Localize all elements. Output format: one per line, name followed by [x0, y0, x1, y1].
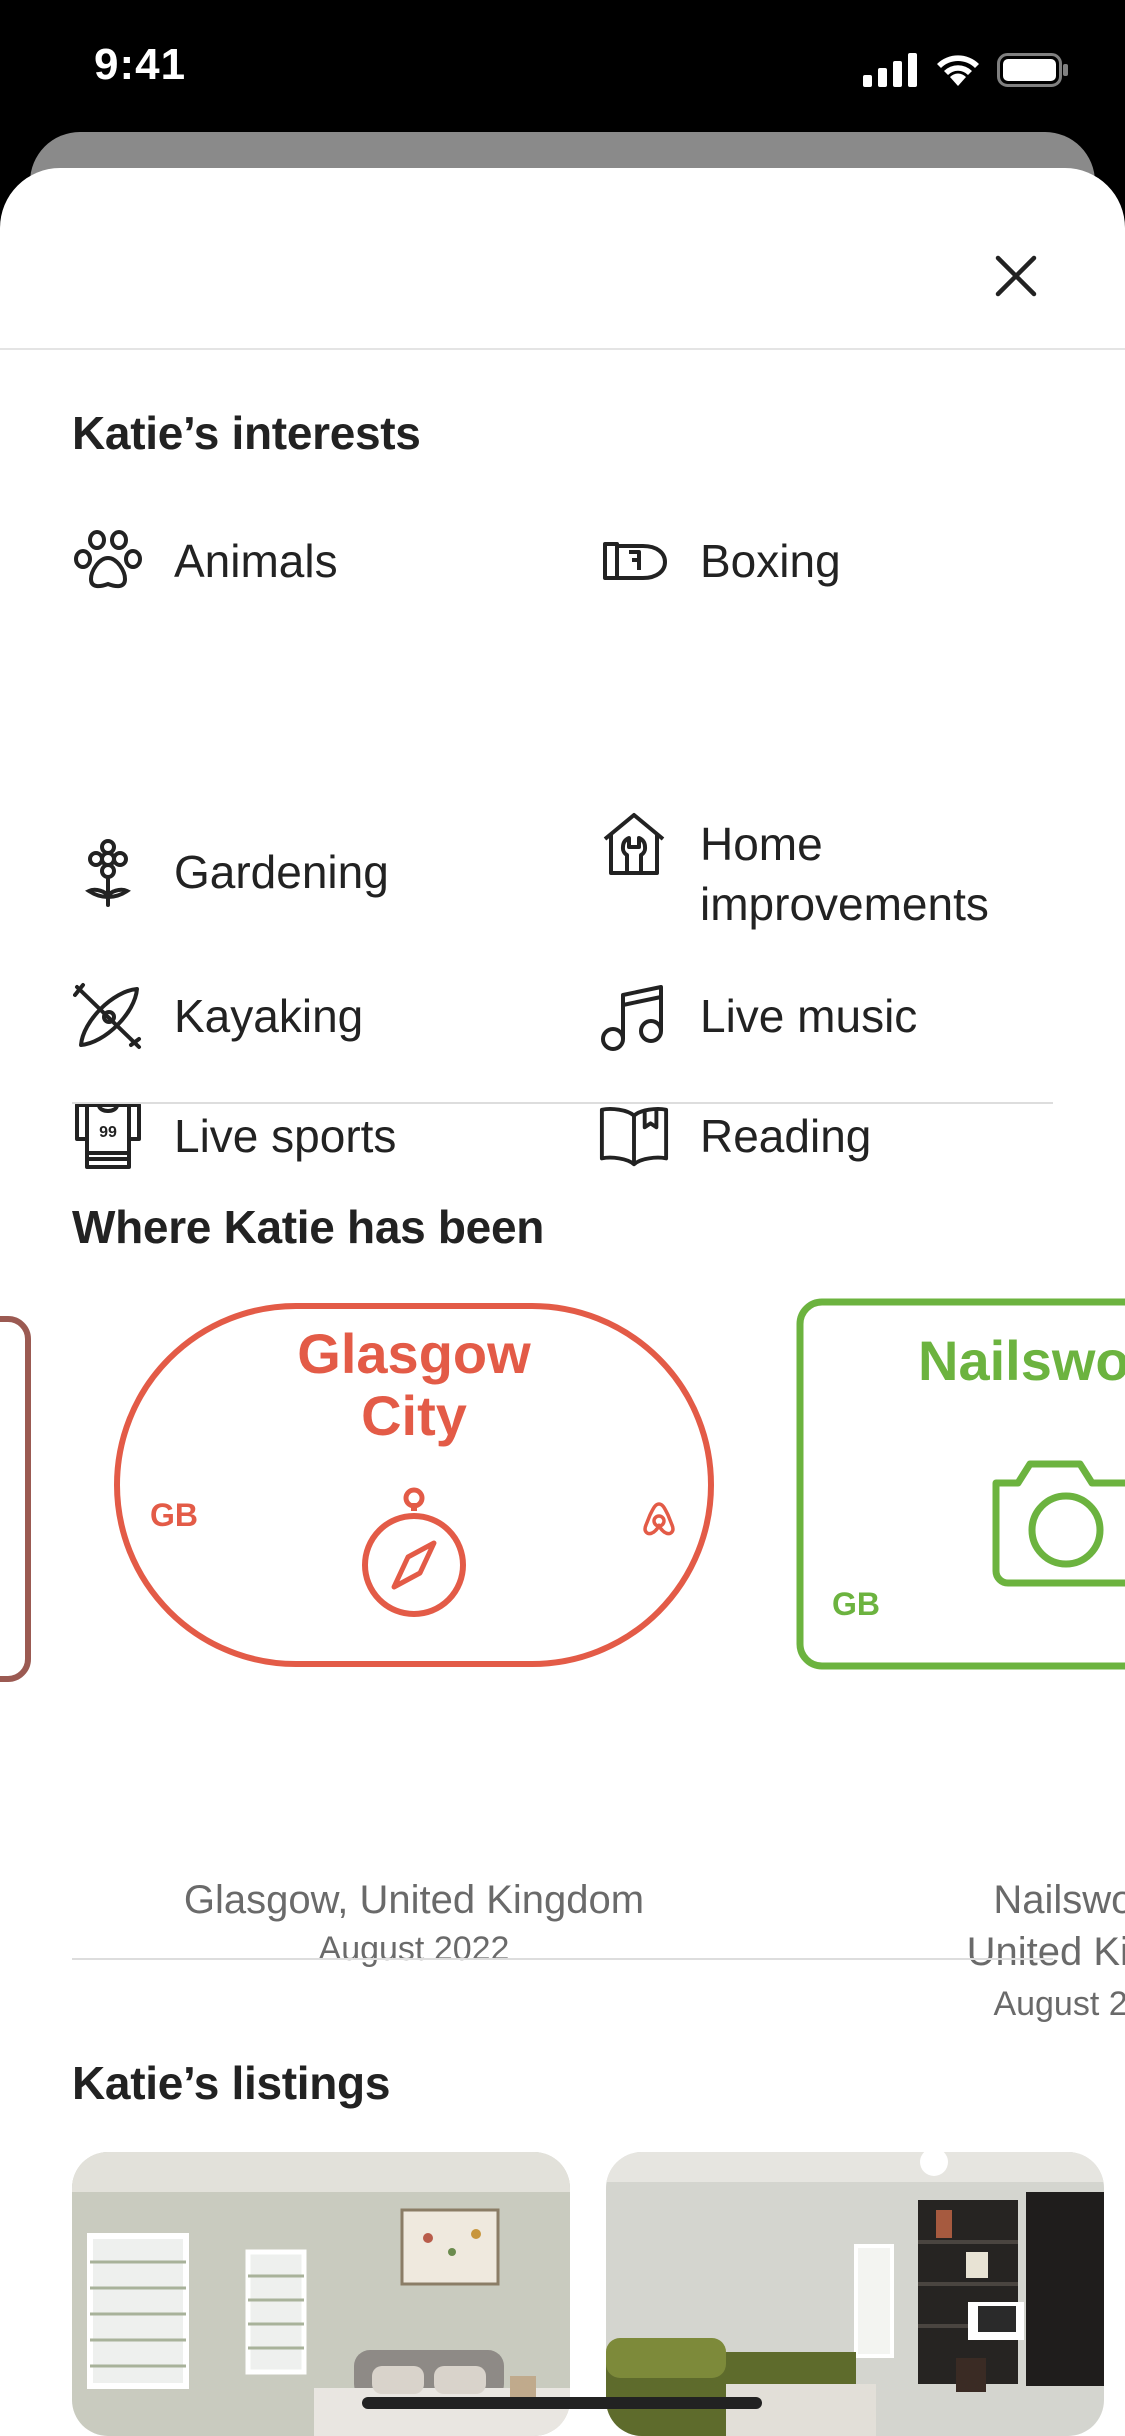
interest-boxing: Boxing — [598, 525, 1060, 597]
flower-icon — [72, 836, 144, 908]
listings-title: Katie’s listings — [72, 2057, 391, 2109]
badge-title-line-1: Glasgow — [297, 1322, 531, 1385]
badge-country: GB — [832, 1586, 880, 1622]
home-indicator — [362, 2397, 762, 2409]
cellular-signal-icon — [863, 53, 917, 87]
status-icons — [863, 50, 1069, 90]
badge-title: Glasgow City — [114, 1323, 714, 1447]
jersey-icon: 99 — [72, 1100, 144, 1172]
interest-label: Animals — [174, 535, 338, 587]
section-divider — [72, 1958, 1053, 1960]
interest-label: Gardening — [174, 846, 389, 898]
place-badge-nailsworth[interactable]: Nailswo GB — [796, 1298, 1125, 1670]
place-date: August 20 — [993, 1985, 1125, 2023]
place-badge-glasgow[interactable]: Glasgow City GB — [114, 1303, 714, 1667]
house-wrench-icon — [598, 808, 670, 880]
status-time: 9:41 — [94, 40, 187, 89]
badge-title: Nailswo — [918, 1329, 1125, 1392]
place-location: Glasgow, United Kingdom — [183, 1878, 645, 1922]
profile-sheet: Katie’s interests Animals Boxing Gardeni… — [0, 168, 1125, 2436]
music-note-icon — [598, 980, 670, 1052]
partial-place-badge[interactable] — [0, 1313, 34, 1693]
listing-photo — [606, 2152, 1104, 2436]
section-divider — [72, 1102, 1053, 1104]
interest-animals: Animals — [72, 525, 534, 597]
interest-home-improvements: Home improvements — [598, 813, 1080, 934]
place-location-line-1: Nailswor — [993, 1878, 1125, 1922]
svg-text:99: 99 — [99, 1124, 117, 1141]
header-divider — [0, 348, 1125, 350]
place-caption-nailsworth: Nailswor United King August 20 — [870, 1874, 1125, 2030]
interest-reading: Reading — [598, 1100, 1060, 1172]
status-bar: 9:41 — [0, 0, 1125, 140]
wifi-icon — [937, 55, 979, 86]
interest-label: Home improvements — [700, 818, 989, 930]
listing-card-2[interactable] — [606, 2152, 1104, 2436]
interest-label: Kayaking — [174, 990, 364, 1042]
listing-photo — [72, 2152, 570, 2436]
boxing-glove-icon — [598, 525, 670, 597]
interest-label: Reading — [700, 1110, 872, 1162]
book-icon — [598, 1100, 670, 1172]
badge-country: GB — [150, 1497, 198, 1533]
badge-title-line-2: City — [361, 1384, 467, 1447]
battery-icon — [997, 53, 1068, 87]
kayak-icon — [72, 980, 144, 1052]
interest-kayaking: Kayaking — [72, 980, 534, 1052]
interest-live-sports: 99 Live sports — [72, 1100, 534, 1172]
interest-label: Live music — [700, 990, 918, 1042]
interest-label: Live sports — [174, 1110, 397, 1162]
interests-title: Katie’s interests — [72, 407, 421, 459]
close-icon — [995, 255, 1037, 297]
place-location-line-2: United King — [966, 1930, 1125, 1974]
interest-label: Boxing — [700, 535, 841, 587]
interest-live-music: Live music — [598, 980, 1060, 1052]
place-date: August 2022 — [318, 1930, 510, 1968]
interest-gardening: Gardening — [72, 836, 534, 908]
paw-icon — [72, 525, 144, 597]
close-button[interactable] — [976, 236, 1056, 316]
listing-card-1[interactable] — [72, 2152, 570, 2436]
places-title: Where Katie has been — [72, 1201, 545, 1253]
